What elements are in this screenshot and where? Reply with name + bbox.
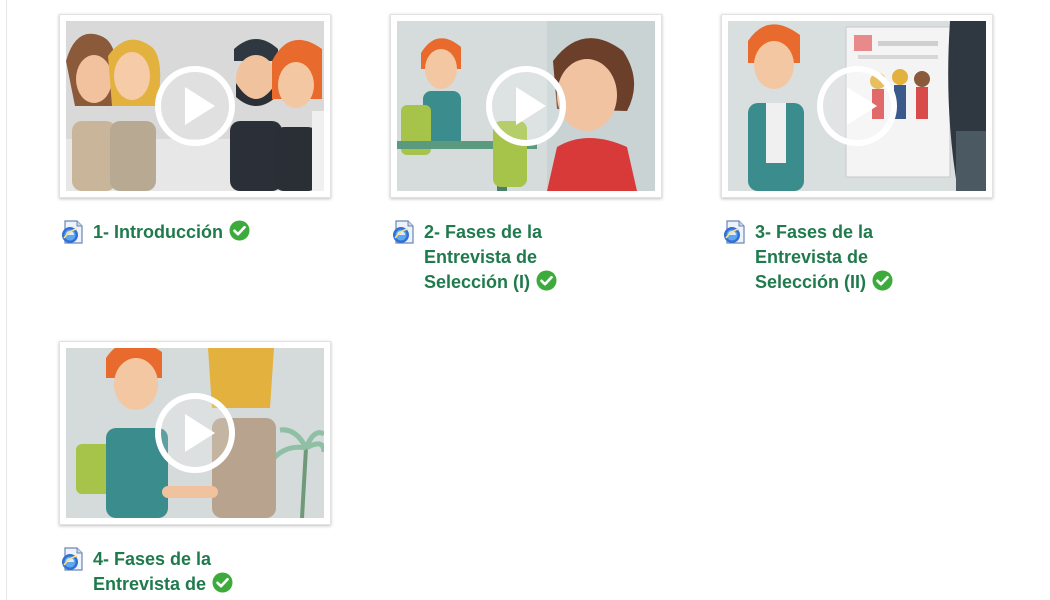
completed-check-icon	[872, 270, 893, 291]
content-left-border	[6, 0, 7, 600]
video-resource-icon	[390, 219, 416, 245]
play-button-icon[interactable]	[816, 65, 898, 147]
activity-caption-4: 4- Fases de la Entrevista de	[59, 547, 329, 597]
activity-title-4: 4- Fases de la Entrevista de	[93, 549, 212, 594]
play-button-icon[interactable]	[154, 65, 236, 147]
activity-title-1: 1- Introducción	[93, 222, 223, 242]
activity-title-3: 3- Fases de la Entrevista de Selección (…	[755, 222, 874, 292]
completed-check-icon	[536, 270, 557, 291]
completed-check-icon	[229, 220, 250, 241]
video-resource-icon	[721, 219, 747, 245]
activity-caption-1: 1- Introducción	[59, 220, 329, 245]
activity-link-4[interactable]: 4- Fases de la Entrevista de	[93, 547, 243, 597]
activity-caption-2: 2- Fases de la Entrevista de Selección (…	[390, 220, 660, 295]
activity-link-1[interactable]: 1- Introducción	[93, 220, 250, 245]
video-thumbnail-3[interactable]	[721, 14, 993, 198]
video-thumbnail-4[interactable]	[59, 341, 331, 525]
video-resource-icon	[59, 219, 85, 245]
activity-link-2[interactable]: 2- Fases de la Entrevista de Selección (…	[424, 220, 574, 295]
video-thumbnail-1[interactable]	[59, 14, 331, 198]
activity-title-2: 2- Fases de la Entrevista de Selección (…	[424, 222, 543, 292]
completed-check-icon	[212, 572, 233, 593]
play-button-icon[interactable]	[485, 65, 567, 147]
video-resource-icon	[59, 546, 85, 572]
play-button-icon[interactable]	[154, 392, 236, 474]
activity-caption-3: 3- Fases de la Entrevista de Selección (…	[721, 220, 991, 295]
activity-link-3[interactable]: 3- Fases de la Entrevista de Selección (…	[755, 220, 905, 295]
video-thumbnail-2[interactable]	[390, 14, 662, 198]
